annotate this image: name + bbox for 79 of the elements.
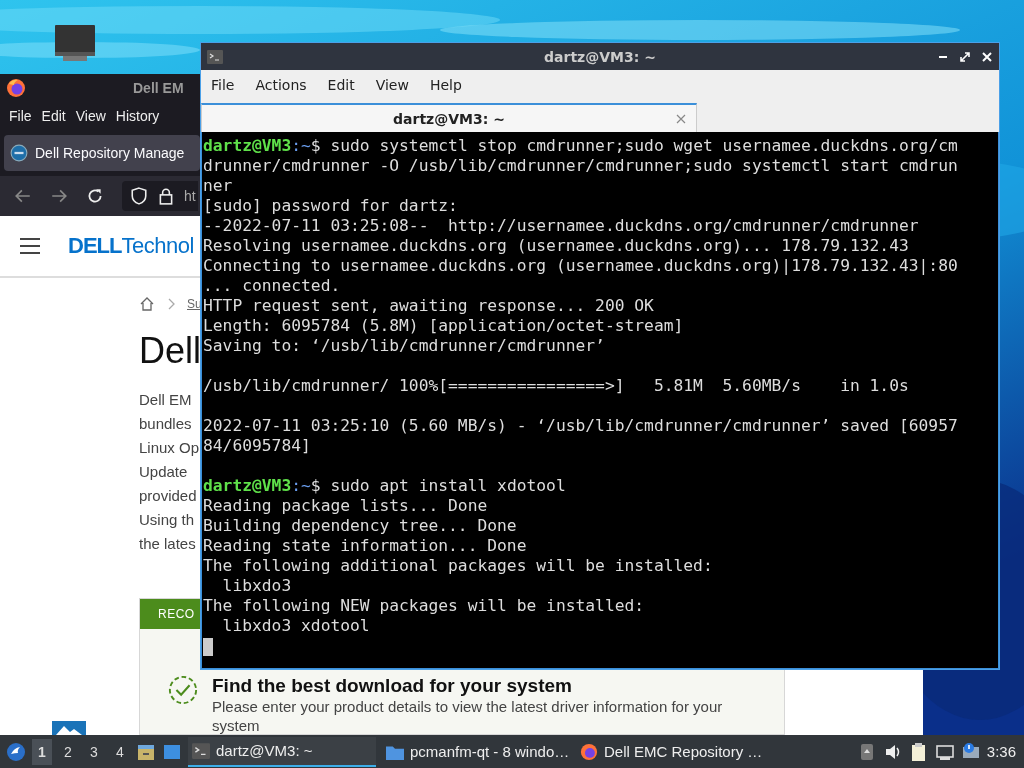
output-line: Reading package lists... Done — [203, 496, 488, 515]
output-line: The following NEW packages will be installed: — [203, 596, 645, 615]
output-line: libxdo3 xdotool — [221, 616, 370, 635]
output-line: --2022-07-11 03:25:08-- http://usernamee.duckdns.org/cmdrunner/cmdrunner — [203, 216, 919, 235]
output-line: 2022-07-11 03:25:10 (5.60 MB/s) - ‘/usb/lib/cmdrunner/cmdrunner’ saved [60957 — [203, 416, 958, 435]
address-field[interactable]: ht — [122, 181, 198, 211]
terminal-tab[interactable]: dartz@VM3: ~ — [201, 103, 697, 132]
window-title: Dell EM — [133, 80, 184, 96]
reload-icon[interactable] — [86, 187, 104, 205]
text-cursor — [203, 637, 213, 656]
fox-icon — [580, 742, 598, 761]
output-line: ner — [203, 176, 233, 195]
home-icon[interactable] — [139, 296, 155, 312]
terminal-icon — [192, 741, 210, 760]
command-text: $ sudo apt install xdotool — [310, 476, 566, 495]
paragraph-text: provided — [139, 486, 197, 506]
output-line: Resolving usernamee.duckdns.org (usernamee.duckdns.org)... 178.79.132.43 — [203, 236, 909, 255]
paragraph-text: bundles — [139, 414, 192, 434]
output-line: Connecting to usernamee.duckdns.org (usernamee.duckdns.org)|178.79.132.43|:80 — [203, 256, 958, 275]
task-button[interactable]: dartz@VM3: ~ — [188, 736, 376, 767]
browser-tab[interactable]: Dell Repository Manage — [4, 135, 200, 171]
output-line: 84/6095784] — [203, 436, 311, 455]
maximize-icon[interactable] — [959, 50, 971, 63]
computer-icon[interactable] — [55, 25, 95, 63]
bird-icon[interactable] — [6, 741, 26, 762]
window-title: dartz@VM3: ~ — [544, 48, 656, 65]
prompt-path: :~ — [291, 476, 311, 495]
shield-icon — [130, 187, 148, 205]
output-line: ... connected. — [203, 276, 341, 295]
output-line: drunner/cmdrunner -O /usb/lib/cmdrunner/cmdrunner;sudo systemctl start cmdrun — [203, 156, 958, 175]
logo[interactable]: DELLTechnol — [68, 233, 194, 259]
paragraph-text: the lates — [139, 534, 196, 554]
chevron-icon — [167, 298, 175, 310]
card-text: Please enter your product details to view the latest driver information for your system — [212, 697, 724, 734]
output-line: Building dependency tree... Done — [203, 516, 517, 535]
paragraph-text: Linux Op — [139, 438, 200, 458]
card-label: RECO — [158, 607, 195, 621]
menu-item[interactable]: View — [375, 77, 420, 93]
output-line: The following additional packages will be installed: — [203, 556, 713, 575]
prompt-user: dartz@VM3 — [203, 136, 292, 155]
workspace-button[interactable]: 3 — [84, 738, 104, 765]
task-button[interactable]: pcmanfm-qt - 8 windo… — [382, 736, 570, 767]
check-circle-icon — [168, 675, 198, 705]
menu-item[interactable]: Edit — [36, 108, 71, 124]
output-line: Reading state information... Done — [203, 536, 527, 555]
menu-item[interactable]: Help — [429, 77, 473, 93]
lock-icon — [157, 187, 175, 205]
prompt-path: :~ — [291, 136, 311, 155]
back-icon[interactable] — [14, 187, 32, 205]
menu-item[interactable]: Actions — [255, 77, 318, 93]
output-line: libxdo3 — [221, 576, 292, 595]
menu-item[interactable]: History — [110, 108, 165, 124]
paragraph-text: Using th — [139, 510, 195, 530]
menu-icon[interactable] — [20, 237, 40, 255]
clock: 3:36 — [986, 743, 1017, 760]
menu-item[interactable]: Edit — [327, 77, 366, 93]
menu-item[interactable]: View — [70, 108, 111, 124]
fox-icon — [6, 78, 26, 98]
command-text: $ sudo systemctl stop cmdrunner;sudo wget usernamee.duckdns.org/cm — [310, 136, 958, 155]
mountain-icon[interactable] — [52, 721, 86, 735]
paragraph-text: Dell EM — [139, 390, 192, 410]
output-line: Saving to: ‘/usb/lib/cmdrunner/cmdrunner’ — [203, 336, 605, 355]
workspace-button[interactable]: 2 — [58, 738, 78, 765]
menu-item[interactable]: File — [4, 108, 37, 124]
prompt-user: dartz@VM3 — [203, 476, 292, 495]
output-line: [sudo] password for dartz: — [203, 196, 458, 215]
task-button[interactable]: Dell EMC Repository … — [576, 736, 764, 767]
card-title: Find the best download for your system — [212, 675, 573, 697]
output-line: Length: 6095784 (5.8M) [application/octet-stream] — [203, 316, 684, 335]
terminal-icon — [207, 49, 223, 64]
forward-icon[interactable] — [50, 187, 68, 205]
globe-icon — [10, 144, 28, 162]
output-line: HTTP request sent, awaiting response... 200 OK — [203, 296, 654, 315]
menu-item[interactable]: File — [211, 77, 246, 93]
page-heading: Dell — [139, 329, 201, 373]
paragraph-text: Update — [139, 462, 188, 482]
workspace-button[interactable]: 1 — [32, 738, 52, 765]
workspace-button[interactable]: 4 — [110, 738, 130, 765]
output-line: /usb/lib/cmdrunner/ 100%[================>] 5.81M 5.60MB/s in 1.0s — [203, 376, 909, 395]
